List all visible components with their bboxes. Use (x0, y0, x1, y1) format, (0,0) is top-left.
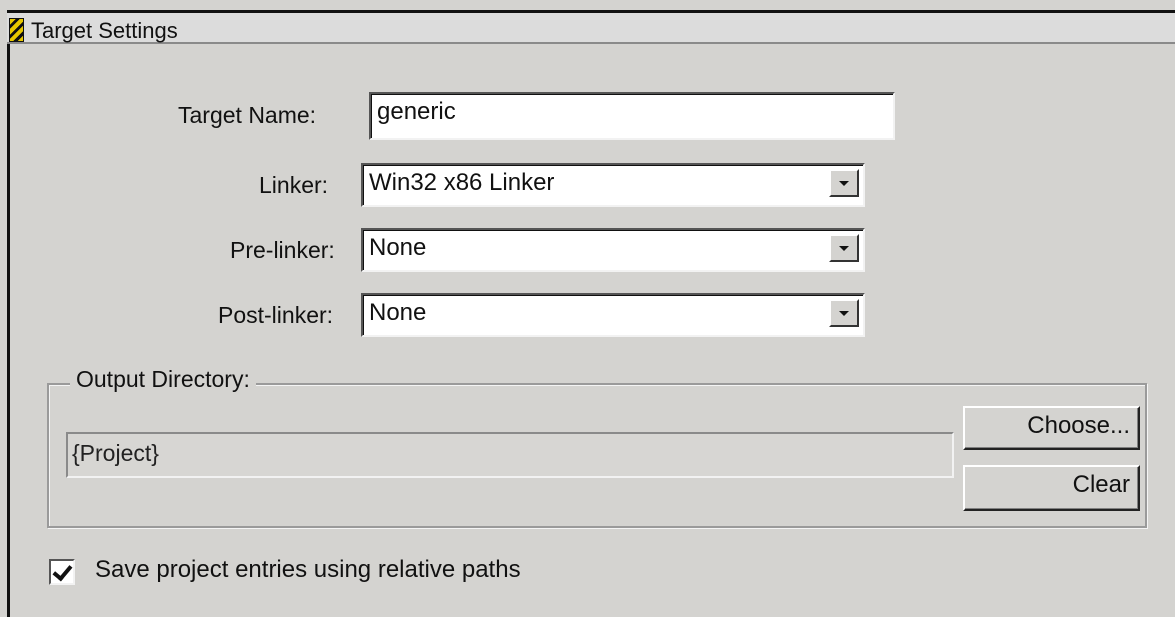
prelinker-label: Pre-linker: (230, 237, 335, 263)
target-name-label: Target Name: (178, 102, 317, 128)
prelinker-select-value: None (369, 234, 427, 261)
chevron-down-icon[interactable] (829, 299, 859, 327)
window-title: Target Settings (31, 18, 178, 43)
prelinker-select[interactable]: None (361, 228, 865, 272)
relative-paths-checkbox[interactable] (49, 559, 75, 585)
choose-button[interactable]: Choose... (963, 406, 1140, 450)
postlinker-label: Post-linker: (218, 302, 334, 328)
window-left-border (7, 44, 10, 617)
clear-button[interactable]: Clear (963, 465, 1140, 511)
target-settings-panel: Target Settings Target Name: generic Lin… (0, 0, 1175, 617)
linker-select-value: Win32 x86 Linker (369, 169, 555, 196)
target-settings-icon (9, 18, 24, 42)
chevron-down-icon[interactable] (829, 234, 859, 262)
linker-label: Linker: (259, 172, 329, 198)
postlinker-select[interactable]: None (361, 293, 865, 337)
target-name-input[interactable]: generic (369, 92, 895, 140)
title-bar: Target Settings (7, 10, 1175, 44)
postlinker-select-value: None (369, 299, 427, 326)
output-directory-label: Output Directory: (70, 366, 256, 393)
relative-paths-label[interactable]: Save project entries using relative path… (95, 556, 521, 584)
output-directory-field: {Project} (66, 432, 954, 478)
chevron-down-icon[interactable] (829, 169, 859, 197)
linker-select[interactable]: Win32 x86 Linker (361, 163, 865, 207)
